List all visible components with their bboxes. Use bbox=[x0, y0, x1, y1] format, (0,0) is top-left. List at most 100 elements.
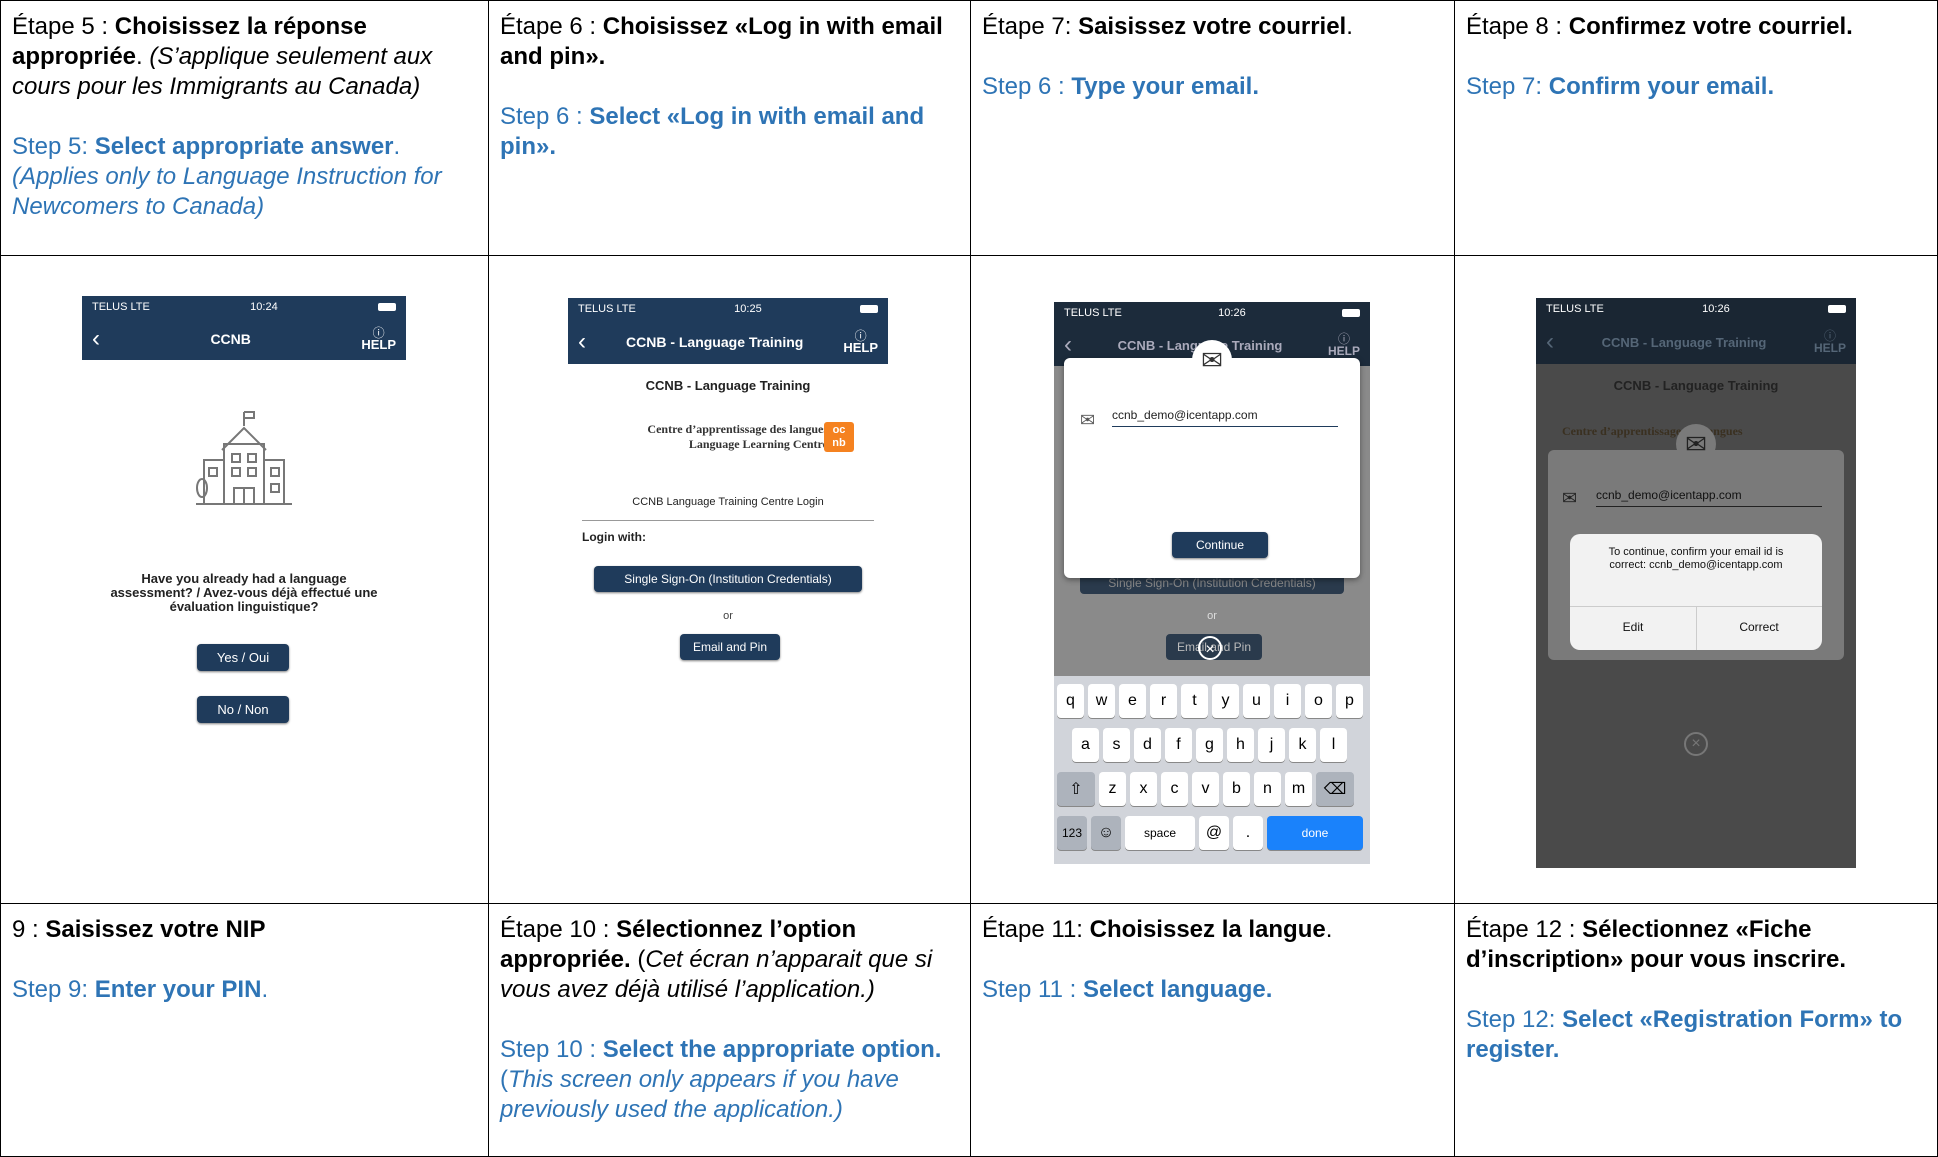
back-chevron-icon[interactable]: ‹ bbox=[578, 328, 586, 356]
screen-confirm-email: TELUS LTE 10:26 ‹ CCNB - Language Traini… bbox=[1536, 298, 1856, 868]
step-title: Confirmez votre courriel. bbox=[1568, 13, 1853, 40]
time-label: 10:26 bbox=[1702, 303, 1730, 315]
step-label-en: Step 6 : bbox=[500, 103, 590, 130]
numbers-key[interactable]: 123 bbox=[1057, 816, 1087, 850]
battery-icon bbox=[1342, 309, 1360, 317]
continue-button[interactable]: Continue bbox=[1172, 532, 1268, 558]
key[interactable]: h bbox=[1227, 728, 1254, 762]
help-button[interactable]: ⓘ HELP bbox=[1328, 333, 1360, 357]
step-suffix-en: . bbox=[261, 976, 269, 1003]
step-label: Étape 12 : bbox=[1466, 916, 1583, 943]
step-11-text: Étape 11: Choisissez la langue. Step 11 … bbox=[970, 903, 1454, 1005]
screen-email-entry: TELUS LTE 10:26 ‹ CCNB - Language Traini… bbox=[1054, 302, 1370, 864]
logo-text-fr: Centre d’apprentissage des langues bbox=[647, 422, 828, 436]
shift-key-icon[interactable]: ⇧ bbox=[1057, 772, 1095, 806]
no-button[interactable]: No / Non bbox=[197, 696, 289, 723]
key[interactable]: t bbox=[1181, 684, 1208, 718]
step-label: Étape 10 : bbox=[500, 916, 617, 943]
logo-mark-icon: oc nb bbox=[824, 422, 854, 452]
key[interactable]: w bbox=[1088, 684, 1115, 718]
space-key[interactable]: space bbox=[1125, 816, 1195, 850]
step-suffix: ( bbox=[630, 946, 646, 973]
step-6-text: Étape 6 : Choisissez «Log in with email … bbox=[488, 0, 970, 162]
help-label: HELP bbox=[843, 340, 878, 355]
help-button[interactable]: ⓘ HELP bbox=[843, 330, 878, 354]
key[interactable]: b bbox=[1223, 772, 1250, 806]
key[interactable]: u bbox=[1243, 684, 1270, 718]
key[interactable]: n bbox=[1254, 772, 1281, 806]
key[interactable]: e bbox=[1119, 684, 1146, 718]
backspace-key-icon[interactable]: ⌫ bbox=[1316, 772, 1354, 806]
key[interactable]: d bbox=[1134, 728, 1161, 762]
step-9-text: 9 : Saisissez votre NIP Step 9: Enter yo… bbox=[0, 903, 488, 1005]
step-7-text: Étape 7: Saisissez votre courriel. Step … bbox=[970, 0, 1454, 102]
key[interactable]: y bbox=[1212, 684, 1239, 718]
step-label-en: Step 7: bbox=[1466, 73, 1549, 100]
key[interactable]: z bbox=[1099, 772, 1126, 806]
at-key[interactable]: @ bbox=[1199, 816, 1229, 850]
close-circle-icon[interactable]: × bbox=[1684, 732, 1708, 756]
step-suffix: . bbox=[136, 43, 150, 70]
back-chevron-icon[interactable]: ‹ bbox=[92, 325, 100, 353]
key[interactable]: c bbox=[1161, 772, 1188, 806]
email-input[interactable]: ccnb_demo@icentapp.com bbox=[1112, 408, 1338, 427]
key[interactable]: l bbox=[1320, 728, 1347, 762]
confirm-alert: To continue, confirm your email id is co… bbox=[1570, 534, 1822, 650]
battery-icon bbox=[1828, 305, 1846, 313]
key[interactable]: o bbox=[1305, 684, 1332, 718]
logo: Centre d’apprentissage des langues Langu… bbox=[588, 422, 828, 452]
dot-key[interactable]: . bbox=[1233, 816, 1263, 850]
time-label: 10:26 bbox=[1218, 307, 1246, 319]
step-note-en: This screen only appears if you have pre… bbox=[500, 1066, 899, 1123]
email-pin-button[interactable]: Email and Pin bbox=[680, 634, 780, 660]
step-suffix: . bbox=[1346, 13, 1353, 40]
key[interactable]: r bbox=[1150, 684, 1177, 718]
carrier-label: TELUS LTE bbox=[92, 301, 150, 313]
key[interactable]: m bbox=[1285, 772, 1312, 806]
key[interactable]: q bbox=[1057, 684, 1084, 718]
key[interactable]: x bbox=[1130, 772, 1157, 806]
confirm-message: To continue, confirm your email id is co… bbox=[1608, 546, 1784, 571]
screen-assessment: TELUS LTE 10:24 ‹ CCNB ⓘ HELP Have you a… bbox=[82, 296, 406, 862]
step-label-en: Step 6 : bbox=[982, 73, 1072, 100]
key[interactable]: i bbox=[1274, 684, 1301, 718]
step-label-en: Step 12: bbox=[1466, 1006, 1563, 1033]
step-label-en: Step 5: bbox=[12, 133, 95, 160]
back-chevron-icon[interactable]: ‹ bbox=[1064, 331, 1072, 359]
key[interactable]: g bbox=[1196, 728, 1223, 762]
step-title-en: Confirm your email. bbox=[1548, 73, 1775, 100]
nav-title: CCNB bbox=[210, 331, 251, 347]
key[interactable]: s bbox=[1103, 728, 1130, 762]
correct-button[interactable]: Correct bbox=[1696, 620, 1822, 634]
status-bar: TELUS LTE 10:26 bbox=[1054, 302, 1370, 324]
key[interactable]: j bbox=[1258, 728, 1285, 762]
key[interactable]: f bbox=[1165, 728, 1192, 762]
key[interactable]: p bbox=[1336, 684, 1363, 718]
edit-button[interactable]: Edit bbox=[1570, 620, 1696, 634]
done-key[interactable]: done bbox=[1267, 816, 1363, 850]
step-title-en: Select appropriate answer bbox=[94, 133, 394, 160]
status-bar: TELUS LTE 10:25 bbox=[568, 298, 888, 320]
page-subtitle: CCNB - Language Training bbox=[645, 378, 811, 393]
carrier-label: TELUS LTE bbox=[1546, 303, 1604, 315]
step-note-en: (Applies only to Language Instruction fo… bbox=[12, 163, 442, 220]
key[interactable]: v bbox=[1192, 772, 1219, 806]
step-title: Saisissez votre NIP bbox=[45, 916, 266, 943]
step-label: Étape 5 : bbox=[12, 13, 115, 40]
nav-title: CCNB - Language Training bbox=[1601, 334, 1767, 350]
step-12-text: Étape 12 : Sélectionnez «Fiche d’inscrip… bbox=[1454, 903, 1937, 1065]
step-label: 9 : bbox=[12, 916, 46, 943]
or-label: or bbox=[1207, 610, 1217, 622]
sso-button[interactable]: Single Sign-On (Institution Credentials) bbox=[594, 566, 862, 592]
step-suffix-en: ( bbox=[500, 1066, 508, 1093]
email-input: ccnb_demo@icentapp.com bbox=[1596, 488, 1822, 507]
emoji-key-icon[interactable]: ☺ bbox=[1091, 816, 1121, 850]
back-chevron-icon[interactable]: ‹ bbox=[1546, 328, 1554, 356]
help-button[interactable]: ⓘ HELP bbox=[1814, 330, 1846, 354]
key[interactable]: a bbox=[1072, 728, 1099, 762]
help-button[interactable]: ⓘ HELP bbox=[361, 327, 396, 351]
yes-button[interactable]: Yes / Oui bbox=[197, 644, 289, 671]
key[interactable]: k bbox=[1289, 728, 1316, 762]
key-row-3: ⇧ z x c v b n m ⌫ bbox=[1057, 772, 1354, 806]
close-circle-icon[interactable]: × bbox=[1198, 636, 1222, 660]
